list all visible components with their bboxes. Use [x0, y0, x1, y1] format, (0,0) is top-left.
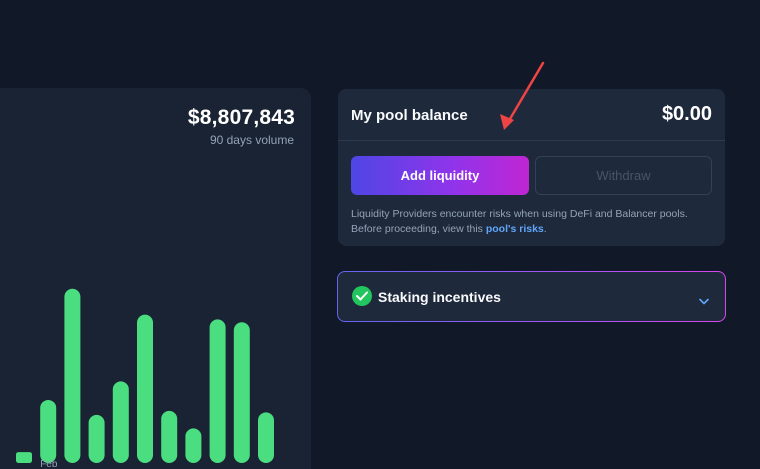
pool-balance-card: My pool balance $0.00 Add liquidity With…: [338, 89, 725, 246]
volume-chart-panel: $8,807,843 90 days volume Feb: [0, 88, 311, 469]
add-liquidity-button[interactable]: Add liquidity: [351, 156, 529, 195]
chart-bar: [88, 414, 105, 463]
chevron-down-icon[interactable]: [699, 292, 709, 310]
chart-bar: [161, 410, 178, 463]
pool-risk-note: Liquidity Providers encounter risks when…: [351, 207, 721, 237]
staking-incentives-toggle[interactable]: Staking incentives: [337, 271, 726, 322]
chart-bar: [209, 319, 226, 463]
chart-bar: [233, 322, 250, 463]
pool-balance-amount: $0.00: [661, 103, 712, 125]
chart-bar: [64, 288, 81, 463]
x-tick-label: Feb: [40, 459, 58, 469]
pool-risks-link[interactable]: pool's risks: [486, 223, 544, 235]
staking-incentives-label: Staking incentives: [378, 289, 501, 305]
chart-bar: [112, 381, 129, 463]
withdraw-button[interactable]: Withdraw: [535, 156, 712, 195]
staking-incentives-row: Staking incentives: [338, 272, 725, 321]
pool-risk-note-end: .: [543, 223, 547, 235]
check-circle-icon: [352, 286, 372, 306]
pool-balance-title: My pool balance: [351, 107, 468, 124]
pool-balance-header: My pool balance $0.00: [338, 89, 725, 141]
chart-bar: [185, 428, 202, 463]
volume-bar-chart: Feb: [16, 288, 274, 469]
chart-bar: [40, 399, 57, 463]
chart-bar: [137, 314, 153, 463]
chart-bar: [258, 412, 274, 463]
chart-bar: [16, 452, 32, 463]
